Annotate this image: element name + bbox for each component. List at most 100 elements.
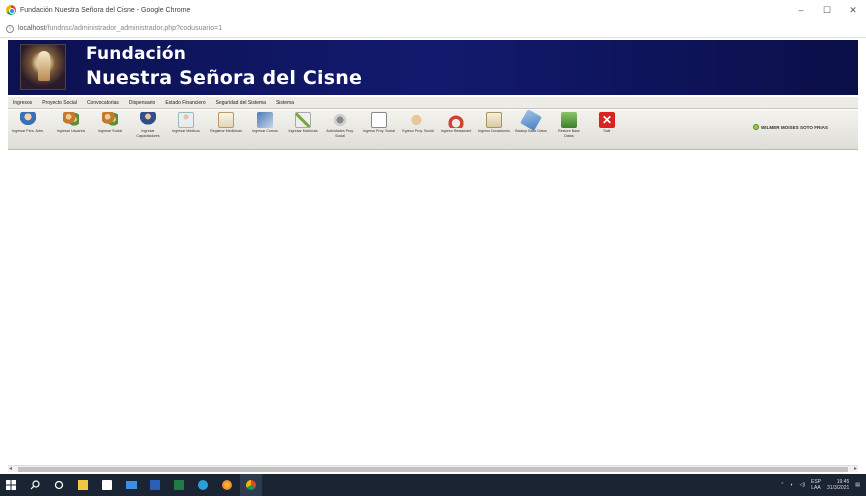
- toolbar-label: Registrar Medicinas: [210, 129, 242, 133]
- url-path: /fundnsc/administrador_administrador.php…: [45, 25, 223, 32]
- horizontal-scrollbar[interactable]: ◂ ▸: [8, 465, 858, 472]
- toolbar-label: Ingresar Cursos: [252, 129, 278, 133]
- toolbar-ingreso-proy-social[interactable]: Ingreso Proy. Social: [363, 112, 395, 148]
- exit-icon: ✕: [599, 112, 615, 128]
- chrome-icon: [6, 5, 16, 15]
- menu-bar: Ingresos Proyecto Social Convocatorias D…: [8, 97, 858, 109]
- mail-icon[interactable]: [120, 474, 142, 496]
- toolbar-registrar-medicinas[interactable]: Registrar Medicinas: [210, 112, 242, 148]
- medicine-icon: [218, 112, 234, 128]
- banner-title-line2: Nuestra Señora del Cisne: [86, 67, 363, 89]
- word-icon[interactable]: [144, 474, 166, 496]
- toolbar-restore-base-datos[interactable]: Restore Base Datos: [555, 112, 583, 148]
- toolbar-ingreso-donaciones[interactable]: Ingreso Donaciones: [478, 112, 510, 148]
- toolbar-backup-base-datos[interactable]: Backup Base Datos: [515, 109, 547, 148]
- close-button[interactable]: ✕: [840, 0, 866, 20]
- person-icon: [140, 112, 156, 128]
- menu-convocatorias[interactable]: Convocatorias: [82, 100, 124, 106]
- user-status-icon: [752, 124, 759, 130]
- main-content-area: [8, 151, 858, 463]
- toolbar-label: Actividades Proy. Social: [326, 129, 354, 138]
- toolbar-salir[interactable]: ✕ Salir: [593, 112, 621, 148]
- users-icon: [20, 112, 36, 128]
- doctor-icon: [178, 112, 194, 128]
- network-icon[interactable]: ◐: [790, 482, 793, 488]
- toolbar-ingresar-matricula[interactable]: Ingresar Matrícula: [289, 112, 317, 148]
- toolbar-label: Ingresar Médicos: [172, 129, 200, 133]
- group-icon: [63, 112, 79, 128]
- minimize-button[interactable]: –: [788, 0, 814, 20]
- scroll-right-icon[interactable]: ▸: [854, 465, 857, 472]
- menu-proyecto-social[interactable]: Proyecto Social: [37, 100, 82, 106]
- firefox-icon[interactable]: [216, 474, 238, 496]
- info-icon[interactable]: i: [6, 24, 14, 33]
- user-name: WILMER MOISES SOTO FRIAS: [760, 124, 828, 130]
- virgin-figure-icon: [38, 51, 50, 81]
- menu-ingresos[interactable]: Ingresos: [8, 100, 37, 106]
- toolbar-label: Ingreso Restaurant: [440, 129, 472, 133]
- notification-icon[interactable]: ▤: [855, 482, 860, 488]
- toolbar: Ingresar Pers. Adm. Ingresar Usuarios In…: [8, 109, 858, 150]
- language-layout: LAA: [811, 485, 821, 491]
- toolbar-ingresar-pers-adm[interactable]: Ingresar Pers. Adm.: [12, 112, 44, 148]
- toolbar-label: Ingreso Donaciones: [478, 129, 510, 133]
- address-bar[interactable]: i localhost /fundnsc/administrador_admin…: [0, 20, 866, 38]
- menu-seguridad[interactable]: Seguridad del Sistema: [211, 100, 271, 106]
- enroll-icon: [295, 112, 311, 128]
- browser-window-title: Fundación Nuestra Señora del Cisne - Goo…: [20, 6, 191, 14]
- header-banner: Fundación Nuestra Señora del Cisne: [8, 40, 858, 95]
- scrollbar-thumb[interactable]: [18, 467, 848, 472]
- maximize-button[interactable]: ☐: [814, 0, 840, 20]
- menu-estado-financiero[interactable]: Estado Financiero: [160, 100, 210, 106]
- menu-sistema[interactable]: Sistema: [271, 100, 299, 106]
- toolbar-label: Restore Base Datos: [558, 129, 580, 138]
- toolbar-label: Salir: [603, 129, 611, 133]
- toolbar-label: Ingresar Usuarios: [56, 129, 86, 133]
- current-user: WILMER MOISES SOTO FRIAS: [752, 124, 828, 130]
- toolbar-label: Ingresar Capacitadores: [136, 129, 160, 138]
- document-icon: [371, 112, 387, 128]
- gear-icon: [332, 112, 348, 128]
- calculator-icon[interactable]: [72, 474, 94, 496]
- excel-icon[interactable]: [168, 474, 190, 496]
- toolbar-ingresar-capacitadores[interactable]: Ingresar Capacitadores: [134, 112, 162, 148]
- toolbar-egreso-proy-social[interactable]: Egreso Proy. Social: [402, 112, 434, 148]
- store-icon[interactable]: [96, 474, 118, 496]
- search-icon[interactable]: [24, 474, 46, 496]
- toolbar-ingresar-cursos[interactable]: Ingresar Cursos: [251, 112, 279, 148]
- volume-icon[interactable]: ◁): [799, 482, 805, 488]
- toolbar-label: Ingreso Proy. Social: [363, 129, 395, 133]
- toolbar-label: Ingresar Social: [98, 129, 122, 133]
- paper-icon: [486, 112, 502, 128]
- toolbar-ingresar-medicos[interactable]: Ingresar Médicos: [172, 112, 200, 148]
- language-indicator[interactable]: ESP LAA: [811, 479, 821, 491]
- foundation-logo-icon: [20, 44, 66, 90]
- clock-date: 31/3/2021: [827, 485, 850, 491]
- hand-icon: [410, 112, 426, 128]
- restore-icon: [561, 112, 577, 128]
- toolbar-label: Ingresar Pers. Adm.: [12, 129, 44, 133]
- system-tray: ⌃ ◐ ◁) ESP LAA 19:45 31/3/2021 ▤: [780, 474, 860, 496]
- browser-title-bar: Fundación Nuestra Señora del Cisne - Goo…: [0, 0, 866, 20]
- toolbar-ingresar-social[interactable]: Ingresar Social: [96, 112, 124, 148]
- window-controls: – ☐ ✕: [788, 0, 866, 20]
- edge-icon[interactable]: [192, 474, 214, 496]
- tray-chevron-icon[interactable]: ⌃: [780, 482, 784, 488]
- toolbar-actividades-proy-social[interactable]: Actividades Proy. Social: [326, 112, 354, 148]
- scroll-left-icon[interactable]: ◂: [9, 465, 12, 472]
- toolbar-label: Egreso Proy. Social: [402, 129, 434, 133]
- toolbar-ingresar-usuarios[interactable]: Ingresar Usuarios: [57, 112, 85, 148]
- windows-start-icon[interactable]: [0, 474, 22, 496]
- chrome-taskbar-icon[interactable]: [240, 474, 262, 496]
- umbrella-icon: [448, 112, 464, 128]
- toolbar-label: Ingresar Matrícula: [288, 129, 318, 133]
- banner-title-line1: Fundación: [86, 44, 187, 64]
- menu-dispensario[interactable]: Dispensario: [124, 100, 160, 106]
- task-view-icon[interactable]: [48, 474, 70, 496]
- taskbar: ⌃ ◐ ◁) ESP LAA 19:45 31/3/2021 ▤: [0, 474, 866, 496]
- url-host: localhost: [18, 25, 46, 32]
- clock[interactable]: 19:45 31/3/2021: [827, 479, 849, 491]
- tag-icon: [520, 109, 542, 131]
- course-icon: [257, 112, 273, 128]
- toolbar-ingreso-restaurant[interactable]: Ingreso Restaurant: [440, 112, 472, 148]
